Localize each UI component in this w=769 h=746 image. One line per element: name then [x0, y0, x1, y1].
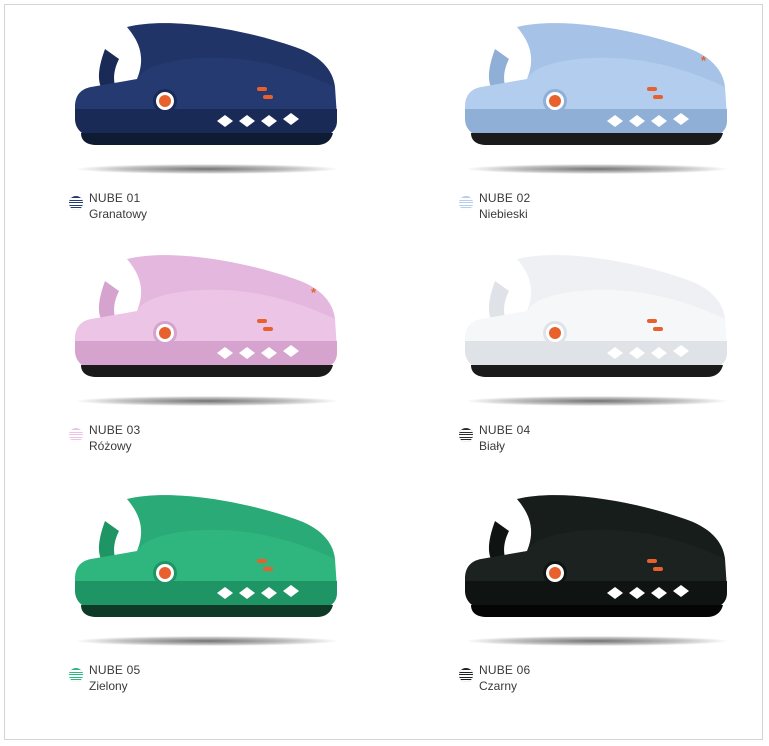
- color-name: Niebieski: [479, 207, 528, 221]
- swatch-stripe: [69, 432, 83, 435]
- catalog-frame: NUBE 01 Granatowy * NUBE 02 Niebieski * …: [4, 4, 763, 740]
- swatch-stripe: [69, 437, 83, 440]
- swatch-stripe: [459, 680, 473, 682]
- color-name: Czarny: [479, 679, 518, 693]
- swatch-stripe: [459, 430, 473, 432]
- clog-image: [75, 495, 337, 617]
- swatch-stripe: [69, 200, 83, 203]
- swatch-stripe: [459, 200, 473, 203]
- product-code: NUBE 02: [479, 191, 531, 205]
- swatch-stripe: [459, 440, 473, 442]
- swatch-stripe: [69, 440, 83, 442]
- clog-image: [465, 495, 727, 617]
- shoe-shadow: [467, 636, 727, 646]
- asterisk-mark: *: [701, 53, 707, 68]
- swatch-stripe: [459, 672, 473, 675]
- product-code: NUBE 05: [89, 663, 141, 677]
- color-swatch-icon: [69, 428, 83, 442]
- product-code: NUBE 03: [89, 423, 141, 437]
- swatch-stripe: [459, 677, 473, 680]
- shoe-shadow: [77, 396, 337, 406]
- asterisk-mark: *: [311, 285, 317, 300]
- product-card-nube-06: NUBE 06 Czarny: [457, 481, 747, 693]
- color-swatch-icon: [69, 668, 83, 682]
- swatch-stripe: [459, 435, 473, 437]
- swatch-stripe: [459, 437, 473, 440]
- product-code: NUBE 01: [89, 191, 141, 205]
- swatch-stripe: [459, 205, 473, 208]
- color-name: Granatowy: [89, 207, 148, 221]
- swatch-stripe: [69, 205, 83, 208]
- clog-image: [465, 255, 727, 377]
- swatch-stripe: [69, 670, 83, 672]
- swatch-stripe: [69, 672, 83, 675]
- color-name: Zielony: [89, 679, 128, 693]
- product-card-nube-01: NUBE 01 Granatowy: [67, 9, 357, 221]
- color-swatch-icon: [69, 196, 83, 210]
- shoe-shadow: [467, 164, 727, 174]
- swatch-stripe: [459, 432, 473, 435]
- swatch-stripe: [459, 203, 473, 205]
- swatch-stripe: [459, 675, 473, 677]
- clog-image: [75, 255, 337, 377]
- swatch-stripe: [69, 430, 83, 432]
- swatch-stripe: [459, 198, 473, 200]
- color-name: Biały: [479, 439, 506, 453]
- clog-image: [75, 23, 337, 145]
- swatch-stripe: [69, 198, 83, 200]
- swatch-stripe: [69, 680, 83, 682]
- color-name: Różowy: [89, 439, 132, 453]
- shoe-shadow: [467, 396, 727, 406]
- product-card-nube-04: NUBE 04 Biały: [457, 241, 747, 453]
- swatch-stripe: [69, 675, 83, 677]
- product-code: NUBE 04: [479, 423, 531, 437]
- product-code: NUBE 06: [479, 663, 531, 677]
- product-card-nube-05: NUBE 05 Zielony: [67, 481, 357, 693]
- swatch-stripe: [459, 208, 473, 210]
- swatch-stripe: [69, 203, 83, 205]
- swatch-stripe: [69, 435, 83, 437]
- clog-image: [465, 23, 727, 145]
- swatch-stripe: [459, 670, 473, 672]
- shoe-shadow: [77, 164, 337, 174]
- product-card-nube-03: * NUBE 03 Różowy: [67, 241, 357, 453]
- swatch-stripe: [69, 208, 83, 210]
- product-card-nube-02: * NUBE 02 Niebieski: [457, 9, 747, 221]
- swatch-stripe: [69, 677, 83, 680]
- shoe-shadow: [77, 636, 337, 646]
- color-swatch-icon: [459, 428, 473, 442]
- color-swatch-icon: [459, 668, 473, 682]
- color-swatch-icon: [459, 196, 473, 210]
